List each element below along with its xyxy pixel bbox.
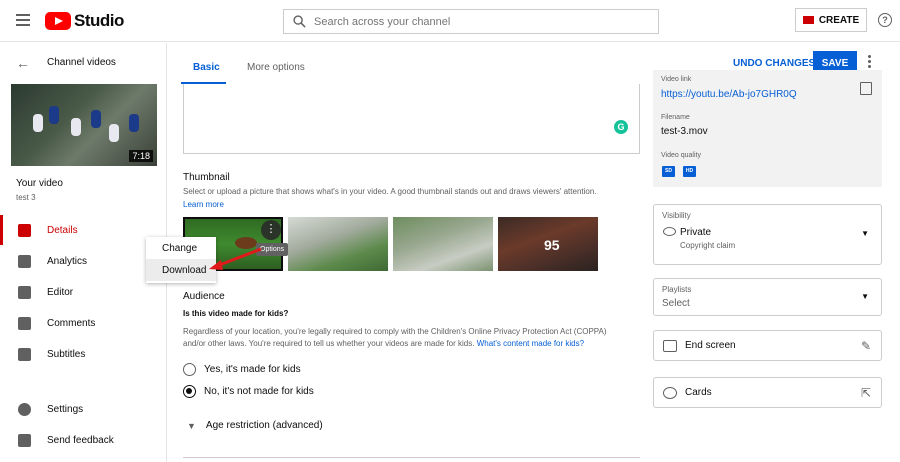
help-icon[interactable]: ? bbox=[878, 13, 892, 27]
visibility-label: Visibility bbox=[662, 211, 691, 220]
sidebar-item-label: Analytics bbox=[47, 255, 88, 267]
sidebar-item-subtitles[interactable]: Subtitles bbox=[0, 339, 166, 369]
thumbnail-context-menu: Change Download bbox=[146, 237, 216, 283]
filename-value: test-3.mov bbox=[661, 126, 708, 137]
tab-basic[interactable]: Basic bbox=[193, 62, 220, 73]
made-for-kids-link[interactable]: What's content made for kids? bbox=[477, 339, 584, 348]
more-options-icon[interactable] bbox=[868, 55, 872, 70]
sidebar-item-label: Editor bbox=[47, 286, 74, 298]
grammarly-icon[interactable]: G bbox=[614, 120, 628, 134]
search-bar[interactable] bbox=[283, 9, 659, 34]
radio-label: No, it's not made for kids bbox=[204, 386, 314, 397]
subtitles-icon bbox=[18, 347, 31, 361]
sidebar-item-label: Subtitles bbox=[47, 348, 86, 360]
radio-button[interactable] bbox=[183, 363, 196, 376]
video-quality-label: Video quality bbox=[661, 152, 701, 159]
menu-item-download[interactable]: Download bbox=[146, 259, 216, 281]
copy-icon[interactable] bbox=[860, 82, 872, 95]
radio-button-selected[interactable] bbox=[183, 385, 196, 398]
duration-badge: 7:18 bbox=[129, 150, 153, 162]
thumbnail-title: Thumbnail bbox=[183, 172, 230, 183]
info-icon bbox=[663, 386, 677, 399]
red-arrow-annotation bbox=[209, 247, 262, 270]
undo-changes-button[interactable]: UNDO CHANGES bbox=[733, 58, 815, 69]
end-screen-card[interactable]: End screen ✎ bbox=[653, 330, 882, 361]
radio-label: Yes, it's made for kids bbox=[204, 364, 301, 375]
video-thumbnail[interactable]: 7:18 bbox=[11, 84, 157, 166]
sidebar-item-label: Comments bbox=[47, 317, 96, 329]
radio-made-for-kids[interactable]: Yes, it's made for kids bbox=[183, 363, 301, 376]
learn-more-link[interactable]: Learn more bbox=[183, 200, 224, 209]
bar-chart-icon bbox=[18, 254, 31, 268]
description-textarea[interactable] bbox=[183, 84, 640, 154]
sidebar-item-details[interactable]: Details bbox=[0, 215, 166, 245]
back-label: Channel videos bbox=[47, 57, 116, 68]
filename-label: Filename bbox=[661, 114, 690, 121]
thumbnail-options-button[interactable]: ⋮ bbox=[261, 220, 281, 240]
playlists-value: Select bbox=[662, 298, 690, 309]
thumbnail-description: Select or upload a picture that shows wh… bbox=[183, 187, 597, 196]
cards-label: Cards bbox=[685, 387, 712, 398]
thumbnail-option-auto-1[interactable] bbox=[288, 217, 388, 271]
sidebar-item-label: Details bbox=[47, 224, 78, 236]
thumbnail-option-auto-2[interactable] bbox=[393, 217, 493, 271]
menu-item-change[interactable]: Change bbox=[146, 237, 216, 259]
audience-body: Regardless of your location, you're lega… bbox=[183, 326, 629, 350]
audience-question: Is this video made for kids? bbox=[183, 309, 289, 318]
visibility-sub: Copyright claim bbox=[680, 241, 736, 250]
search-input[interactable] bbox=[314, 15, 634, 28]
sidebar-item-send-feedback[interactable]: Send feedback bbox=[0, 425, 166, 455]
sidebar-item-editor[interactable]: Editor bbox=[0, 277, 166, 307]
create-label: CREATE bbox=[818, 14, 860, 26]
pencil-icon[interactable]: ✎ bbox=[861, 339, 871, 353]
gear-icon bbox=[18, 402, 31, 416]
youtube-logo-icon bbox=[45, 12, 71, 30]
sidebar: ← Channel videos 7:18 Your video test 3 … bbox=[0, 43, 167, 462]
radio-not-made-for-kids[interactable]: No, it's not made for kids bbox=[183, 385, 314, 398]
audience-title: Audience bbox=[183, 291, 225, 302]
thumbnail-option-auto-3[interactable]: 95 bbox=[498, 217, 598, 271]
brand-label: Studio bbox=[74, 11, 124, 30]
age-restriction-toggle[interactable]: ▼ Age restriction (advanced) bbox=[187, 420, 323, 431]
sidebar-item-settings[interactable]: Settings bbox=[0, 394, 166, 424]
quality-badge-sd: SD bbox=[662, 166, 675, 177]
tab-more-options[interactable]: More options bbox=[247, 62, 305, 73]
film-icon bbox=[18, 285, 31, 299]
age-restriction-label: Age restriction (advanced) bbox=[205, 420, 323, 431]
feedback-icon bbox=[18, 433, 31, 447]
visibility-dropdown[interactable]: Visibility Private Copyright claim ▼ bbox=[653, 204, 882, 265]
cards-card[interactable]: Cards ⇱ bbox=[653, 377, 882, 408]
chevron-down-icon: ▼ bbox=[861, 292, 869, 301]
video-name: test 3 bbox=[16, 193, 36, 202]
open-external-icon[interactable]: ⇱ bbox=[861, 386, 871, 400]
sidebar-item-comments[interactable]: Comments bbox=[0, 308, 166, 338]
end-screen-icon bbox=[663, 339, 677, 352]
your-video-label: Your video bbox=[16, 178, 63, 189]
playlists-label: Playlists bbox=[662, 285, 692, 294]
search-icon bbox=[284, 15, 314, 28]
chevron-down-icon: ▼ bbox=[187, 420, 196, 431]
end-screen-label: End screen bbox=[685, 340, 736, 351]
sidebar-item-label: Settings bbox=[47, 403, 84, 415]
menu-icon[interactable] bbox=[16, 14, 30, 26]
eye-off-icon bbox=[663, 227, 676, 236]
quality-badge-hd: HD bbox=[683, 166, 696, 177]
video-camera-icon bbox=[802, 16, 814, 24]
sidebar-item-label: Send feedback bbox=[47, 434, 114, 446]
top-bar: Studio CREATE ? bbox=[0, 0, 900, 42]
visibility-value: Private bbox=[680, 227, 712, 238]
back-arrow-icon[interactable]: ← bbox=[16, 55, 30, 71]
video-link[interactable]: https://youtu.be/Ab-jo7GHR0Q bbox=[661, 89, 797, 100]
youtube-studio-logo[interactable]: Studio bbox=[45, 11, 124, 31]
chevron-down-icon: ▼ bbox=[861, 229, 869, 238]
pencil-icon bbox=[18, 223, 31, 237]
playlists-dropdown[interactable]: Playlists Select ▼ bbox=[653, 278, 882, 316]
comment-icon bbox=[18, 316, 31, 330]
divider bbox=[183, 457, 640, 458]
video-link-label: Video link bbox=[661, 76, 692, 83]
sidebar-item-analytics[interactable]: Analytics bbox=[0, 246, 166, 276]
create-button[interactable]: CREATE bbox=[795, 8, 867, 32]
frame-number: 95 bbox=[544, 237, 560, 253]
